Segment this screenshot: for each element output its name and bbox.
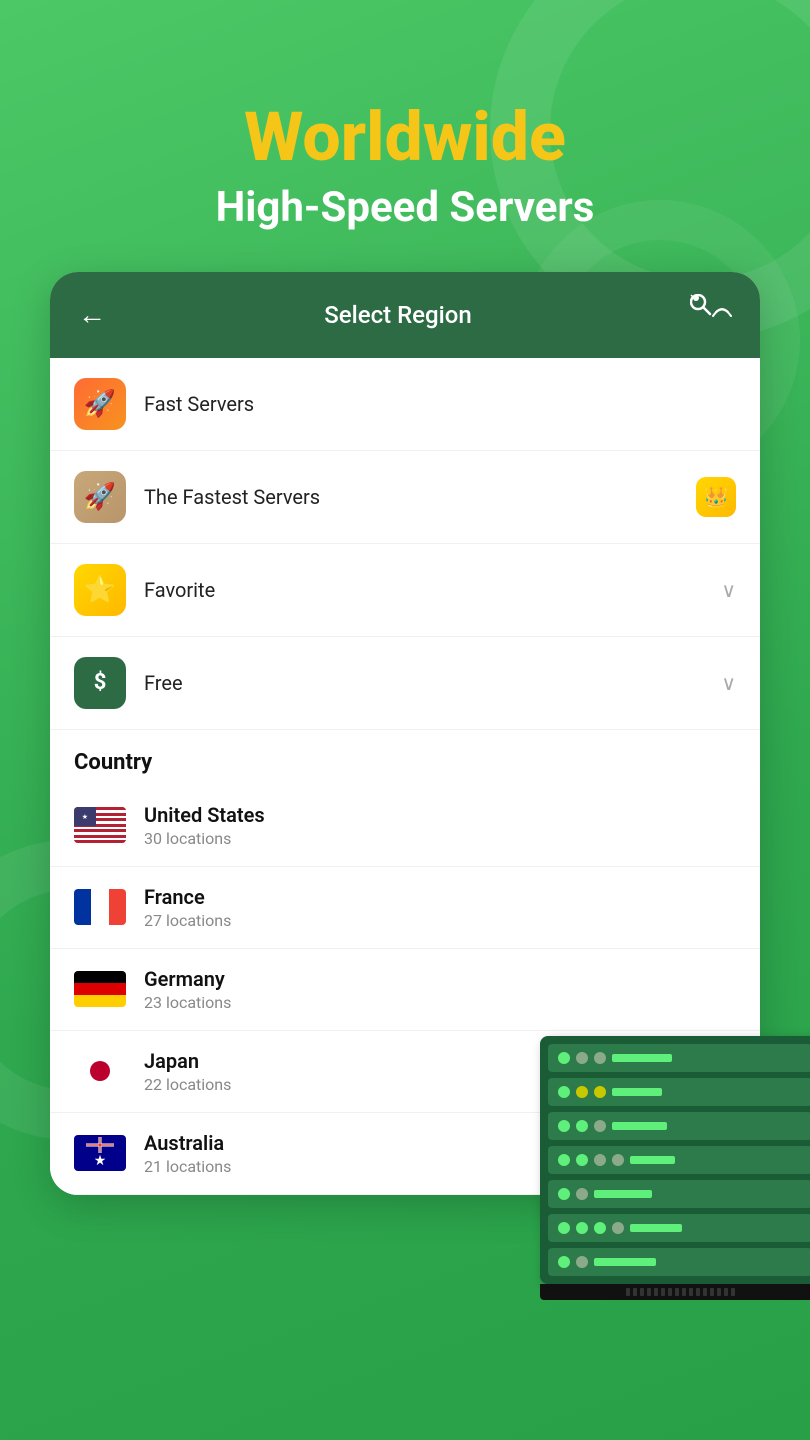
chevron-down-icon: ∨ xyxy=(721,671,736,695)
country-item-de[interactable]: Germany 23 locations xyxy=(50,949,760,1031)
rack-dot xyxy=(558,1222,570,1234)
japan-circle xyxy=(90,1061,110,1081)
rack-dot xyxy=(576,1052,588,1064)
rack-dot xyxy=(594,1154,606,1166)
hero-title: Worldwide xyxy=(0,100,810,175)
country-item-fr[interactable]: France 27 locations xyxy=(50,867,760,949)
us-info: United States 30 locations xyxy=(144,803,736,848)
menu-list: 🚀 Fast Servers 🚀 The Fastest Servers 👑 ⭐… xyxy=(50,358,760,730)
card-header: ← Select Region xyxy=(50,272,760,358)
rack-dot xyxy=(594,1086,606,1098)
flag-jp xyxy=(74,1053,126,1089)
fr-info: France 27 locations xyxy=(144,885,736,930)
favorite-icon: ⭐ xyxy=(74,564,126,616)
us-locations: 30 locations xyxy=(144,829,736,848)
de-name: Germany xyxy=(144,967,736,991)
rack-dot xyxy=(576,1154,588,1166)
rack-dot xyxy=(594,1052,606,1064)
hero-subtitle: High-Speed Servers xyxy=(0,183,810,232)
menu-item-favorite[interactable]: ⭐ Favorite ∨ xyxy=(50,544,760,637)
header-title: Select Region xyxy=(324,301,472,329)
rack-dot xyxy=(576,1188,588,1200)
flag-us: ★ xyxy=(74,807,126,843)
crown-icon: 👑 xyxy=(696,477,736,517)
flag-fr xyxy=(74,889,126,925)
flag-de xyxy=(74,971,126,1007)
chevron-down-icon: ∨ xyxy=(721,578,736,602)
rack-dot xyxy=(558,1086,570,1098)
de-info: Germany 23 locations xyxy=(144,967,736,1012)
menu-item-fastest-servers[interactable]: 🚀 The Fastest Servers 👑 xyxy=(50,451,760,544)
rack-dot xyxy=(612,1154,624,1166)
rack-dot xyxy=(558,1120,570,1132)
rack-dot xyxy=(576,1120,588,1132)
rack-dot xyxy=(576,1222,588,1234)
back-button[interactable]: ← xyxy=(78,298,106,331)
rack-dot xyxy=(558,1052,570,1064)
rack-dot xyxy=(576,1256,588,1268)
rack-dot xyxy=(558,1188,570,1200)
fast-servers-label: Fast Servers xyxy=(144,392,736,416)
menu-item-fast-servers[interactable]: 🚀 Fast Servers xyxy=(50,358,760,451)
rack-dot xyxy=(594,1120,606,1132)
section-country-label: Country xyxy=(50,730,760,785)
favorite-label: Favorite xyxy=(144,578,721,602)
rack-dot xyxy=(594,1222,606,1234)
fast-servers-icon: 🚀 xyxy=(74,378,126,430)
rack-dot xyxy=(558,1256,570,1268)
fr-locations: 27 locations xyxy=(144,911,736,930)
back-arrow-icon: ← xyxy=(78,298,106,331)
fastest-servers-label: The Fastest Servers xyxy=(144,485,696,509)
flag-au: ★ xyxy=(74,1135,126,1171)
hero-section: Worldwide High-Speed Servers xyxy=(0,0,810,232)
free-icon: $ xyxy=(74,657,126,709)
menu-item-free[interactable]: $ Free ∨ xyxy=(50,637,760,730)
server-rack-illustration xyxy=(540,1036,810,1300)
de-locations: 23 locations xyxy=(144,993,736,1012)
fr-name: France xyxy=(144,885,736,909)
fastest-servers-icon: 🚀 xyxy=(74,471,126,523)
us-name: United States xyxy=(144,803,736,827)
free-label: Free xyxy=(144,671,721,695)
rack-dot xyxy=(558,1154,570,1166)
wifi-search-icon[interactable] xyxy=(690,294,732,336)
country-item-us[interactable]: ★ United States 30 locations xyxy=(50,785,760,867)
rack-dot xyxy=(612,1222,624,1234)
rack-dot xyxy=(576,1086,588,1098)
